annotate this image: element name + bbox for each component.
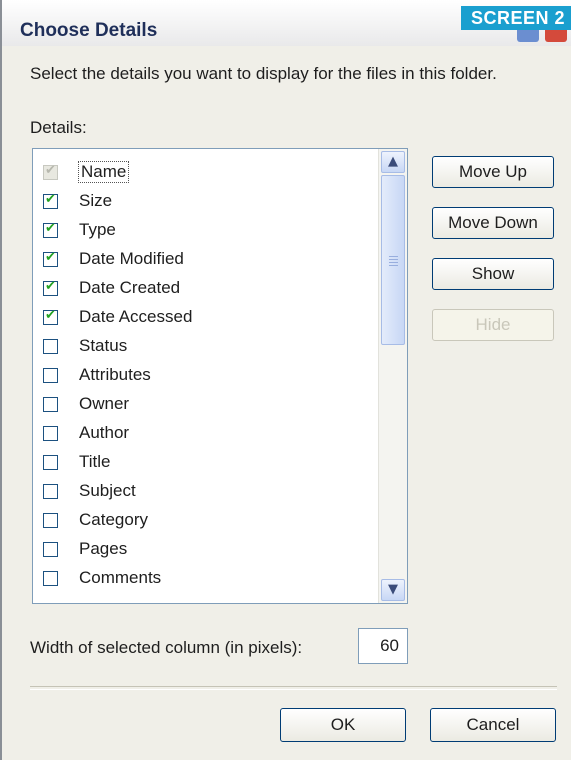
detail-item-pages[interactable]: Pages [33, 536, 379, 565]
detail-item-size[interactable]: Size [33, 188, 379, 217]
dialog-title: Choose Details [20, 20, 158, 41]
detail-label: Date Created [79, 278, 181, 297]
detail-checkbox[interactable] [43, 279, 58, 296]
details-listbox[interactable]: Name Size Type Date Modified Date Created Dat… [32, 148, 408, 604]
detail-item-owner[interactable]: Owner [33, 391, 379, 420]
detail-item-title[interactable]: Title [33, 449, 379, 478]
detail-label: Category [79, 510, 148, 529]
detail-label: Pages [79, 539, 128, 558]
choose-details-dialog: Choose Details SCREEN 2 Select the detai… [0, 0, 571, 760]
detail-item-comments[interactable]: Comments [33, 565, 379, 594]
detail-checkbox[interactable] [43, 192, 58, 209]
title-bar: Choose Details SCREEN 2 [2, 0, 571, 46]
detail-checkbox[interactable] [43, 221, 58, 238]
detail-item-type[interactable]: Type [33, 217, 379, 246]
scrollbar-thumb[interactable] [381, 175, 405, 345]
detail-checkbox[interactable] [43, 513, 58, 528]
detail-label: Name [77, 161, 130, 183]
detail-checkbox[interactable] [43, 250, 58, 267]
hide-button[interactable]: Hide [432, 309, 554, 341]
detail-label: Attributes [79, 365, 151, 384]
detail-item-author[interactable]: Author [33, 420, 379, 449]
detail-label: Size [79, 191, 113, 210]
detail-checkbox[interactable] [43, 542, 58, 557]
chevron-down-icon[interactable]: ▼ [381, 579, 405, 601]
detail-item-category[interactable]: Category [33, 507, 379, 536]
detail-label: Date Accessed [79, 307, 193, 326]
detail-checkbox[interactable] [43, 571, 58, 586]
detail-checkbox[interactable] [43, 339, 58, 354]
column-width-input[interactable]: 60 [358, 628, 408, 664]
detail-item-date-modified[interactable]: Date Modified [33, 246, 379, 275]
detail-label: Status [79, 336, 128, 355]
detail-label: Title [79, 452, 111, 471]
detail-checkbox[interactable] [43, 308, 58, 325]
ok-button[interactable]: OK [280, 708, 406, 742]
detail-item-status[interactable]: Status [33, 333, 379, 362]
detail-item-date-created[interactable]: Date Created [33, 275, 379, 304]
detail-label: Author [79, 423, 130, 442]
screen-badge: SCREEN 2 [460, 6, 571, 30]
move-down-button[interactable]: Move Down [432, 207, 554, 239]
detail-checkbox[interactable] [43, 455, 58, 470]
show-button[interactable]: Show [432, 258, 554, 290]
move-up-button[interactable]: Move Up [432, 156, 554, 188]
details-label: Details: [30, 118, 87, 137]
vertical-scrollbar[interactable]: ▲ ▼ [378, 149, 407, 603]
detail-checkbox[interactable] [43, 368, 58, 383]
instruction-text: Select the details you want to display f… [30, 64, 497, 83]
separator [30, 686, 557, 690]
chevron-up-icon[interactable]: ▲ [381, 151, 405, 173]
detail-item-subject[interactable]: Subject [33, 478, 379, 507]
detail-checkbox[interactable] [43, 484, 58, 499]
detail-label: Comments [79, 568, 162, 587]
detail-checkbox[interactable] [43, 426, 58, 441]
detail-item-attributes[interactable]: Attributes [33, 362, 379, 391]
detail-label: Owner [79, 394, 130, 413]
detail-label: Date Modified [79, 249, 184, 268]
detail-label: Type [79, 220, 116, 239]
column-width-label: Width of selected column (in pixels): [30, 638, 303, 657]
detail-label: Subject [79, 481, 136, 500]
detail-checkbox [43, 163, 58, 180]
detail-checkbox[interactable] [43, 397, 58, 412]
detail-item-date-accessed[interactable]: Date Accessed [33, 304, 379, 333]
detail-item-name[interactable]: Name [33, 159, 379, 188]
cancel-button[interactable]: Cancel [430, 708, 556, 742]
